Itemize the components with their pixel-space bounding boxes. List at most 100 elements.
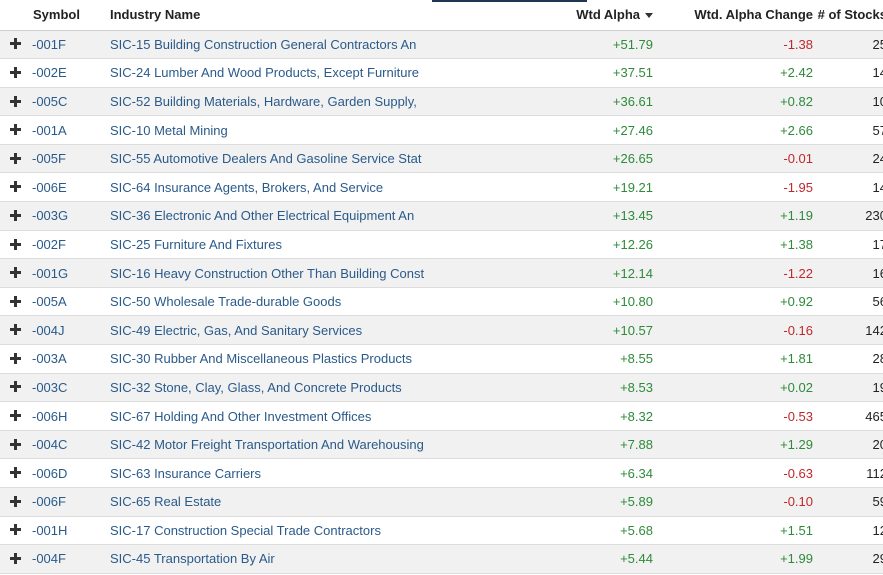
expand-plus-icon[interactable] xyxy=(9,381,21,393)
num-stocks-value: 29 xyxy=(813,544,883,574)
symbol-link[interactable]: -006H xyxy=(30,401,109,431)
industry-name-link[interactable]: SIC-15 Building Construction General Con… xyxy=(109,30,534,60)
symbol-link[interactable]: -004C xyxy=(30,430,109,460)
expand-plus-icon[interactable] xyxy=(9,95,21,107)
wtd-alpha-change-value: +1.38 xyxy=(653,230,813,260)
symbol-link[interactable]: -005F xyxy=(30,144,109,174)
symbol-link[interactable]: -001F xyxy=(30,30,109,60)
expand-plus-icon[interactable] xyxy=(9,352,21,364)
expand-plus-icon[interactable] xyxy=(9,467,21,479)
expand-plus-icon[interactable] xyxy=(9,38,21,50)
wtd-alpha-header-label[interactable]: Wtd Alpha xyxy=(576,7,640,22)
active-column-accent xyxy=(432,0,587,2)
expand-plus-icon[interactable] xyxy=(9,410,21,422)
industry-name-link[interactable]: SIC-49 Electric, Gas, And Sanitary Servi… xyxy=(109,315,534,346)
wtd-alpha-change-value: +1.81 xyxy=(653,344,813,374)
num-stocks-value: 20 xyxy=(813,430,883,460)
table-row[interactable]: -003A SIC-30 Rubber And Miscellaneous Pla… xyxy=(0,344,883,374)
table-row[interactable]: -006E SIC-64 Insurance Agents, Brokers, A… xyxy=(0,172,883,203)
expand-plus-icon[interactable] xyxy=(9,238,21,250)
num-stocks-header-label[interactable]: # of Stocks xyxy=(818,7,883,22)
table-row[interactable]: -004F SIC-45 Transportation By Air +5.44 +1… xyxy=(0,544,883,574)
table-row[interactable]: -002E SIC-24 Lumber And Wood Products, Ex… xyxy=(0,58,883,88)
symbol-link[interactable]: -001A xyxy=(30,115,109,145)
symbol-link[interactable]: -002F xyxy=(30,230,109,260)
expand-plus-icon[interactable] xyxy=(9,524,21,536)
table-row[interactable]: -006D SIC-63 Insurance Carriers +6.34 -0.63… xyxy=(0,458,883,488)
table-row[interactable]: -001F SIC-15 Building Construction Genera… xyxy=(0,30,883,60)
table-row[interactable]: -001H SIC-17 Construction Special Trade C… xyxy=(0,516,883,546)
industry-name-column-header[interactable]: Industry Name xyxy=(109,0,534,31)
expand-plus-icon[interactable] xyxy=(9,124,21,136)
symbol-link[interactable]: -005A xyxy=(30,287,109,317)
num-stocks-column-header[interactable]: # of Stocks xyxy=(813,0,883,31)
expand-plus-icon[interactable] xyxy=(9,324,21,336)
industry-name-link[interactable]: SIC-65 Real Estate xyxy=(109,487,534,517)
expand-plus-icon[interactable] xyxy=(9,553,21,565)
symbol-link[interactable]: -006E xyxy=(30,172,109,203)
industry-name-link[interactable]: SIC-42 Motor Freight Transportation And … xyxy=(109,430,534,460)
symbol-link[interactable]: -001G xyxy=(30,258,109,288)
industry-name-link[interactable]: SIC-64 Insurance Agents, Brokers, And Se… xyxy=(109,172,534,203)
table-header: Symbol Industry Name Wtd Alpha Wtd. Alph… xyxy=(0,0,883,31)
table-row[interactable]: -003C SIC-32 Stone, Clay, Glass, And Conc… xyxy=(0,373,883,403)
industry-name-header-label[interactable]: Industry Name xyxy=(110,7,200,22)
expand-plus-icon[interactable] xyxy=(9,66,21,78)
industry-name-link[interactable]: SIC-52 Building Materials, Hardware, Gar… xyxy=(109,87,534,117)
table-row[interactable]: -002F SIC-25 Furniture And Fixtures +12.26… xyxy=(0,230,883,260)
table-row[interactable]: -003G SIC-36 Electronic And Other Electri… xyxy=(0,201,883,231)
wtd-alpha-column-header[interactable]: Wtd Alpha xyxy=(534,0,653,31)
symbol-link[interactable]: -003G xyxy=(30,201,109,231)
industry-name-link[interactable]: SIC-17 Construction Special Trade Contra… xyxy=(109,516,534,546)
num-stocks-value: 465 xyxy=(813,401,883,431)
expand-plus-icon[interactable] xyxy=(9,181,21,193)
industry-name-link[interactable]: SIC-63 Insurance Carriers xyxy=(109,458,534,488)
expand-plus-icon[interactable] xyxy=(9,495,21,507)
symbol-link[interactable]: -004J xyxy=(30,315,109,346)
industry-name-link[interactable]: SIC-10 Metal Mining xyxy=(109,115,534,145)
industry-name-link[interactable]: SIC-32 Stone, Clay, Glass, And Concrete … xyxy=(109,373,534,403)
symbol-link[interactable]: -003C xyxy=(30,373,109,403)
industry-name-link[interactable]: SIC-24 Lumber And Wood Products, Except … xyxy=(109,58,534,88)
symbol-link[interactable]: -003A xyxy=(30,344,109,374)
industry-name-link[interactable]: SIC-55 Automotive Dealers And Gasoline S… xyxy=(109,144,534,174)
symbol-column-header[interactable]: Symbol xyxy=(30,0,109,31)
symbol-link[interactable]: -004F xyxy=(30,544,109,574)
symbol-link[interactable]: -005C xyxy=(30,87,109,117)
expand-plus-icon[interactable] xyxy=(9,267,21,279)
industry-name-link[interactable]: SIC-45 Transportation By Air xyxy=(109,544,534,574)
expand-plus-icon[interactable] xyxy=(9,209,21,221)
industry-name-link[interactable]: SIC-50 Wholesale Trade-durable Goods xyxy=(109,287,534,317)
symbol-link[interactable]: -001H xyxy=(30,516,109,546)
symbol-link[interactable]: -006F xyxy=(30,487,109,517)
wtd-alpha-change-value: +0.82 xyxy=(653,87,813,117)
table-row[interactable]: -005C SIC-52 Building Materials, Hardware… xyxy=(0,87,883,117)
expand-cell xyxy=(0,458,30,488)
table-row[interactable]: -001G SIC-16 Heavy Construction Other Tha… xyxy=(0,258,883,288)
table-row[interactable]: -005F SIC-55 Automotive Dealers And Gasol… xyxy=(0,144,883,174)
expand-cell xyxy=(0,172,30,203)
industry-name-link[interactable]: SIC-30 Rubber And Miscellaneous Plastics… xyxy=(109,344,534,374)
industry-name-link[interactable]: SIC-16 Heavy Construction Other Than Bui… xyxy=(109,258,534,288)
symbol-header-label[interactable]: Symbol xyxy=(33,7,80,22)
symbol-link[interactable]: -006D xyxy=(30,458,109,488)
symbol-link[interactable]: -002E xyxy=(30,58,109,88)
table-row[interactable]: -006H SIC-67 Holding And Other Investment… xyxy=(0,401,883,431)
table-row[interactable]: -006FSIC-65 Real Estate+5.89-0.1059 xyxy=(0,487,883,517)
table-row[interactable]: -005A SIC-50 Wholesale Trade-durable Good… xyxy=(0,287,883,317)
table-row[interactable]: -004J SIC-49 Electric, Gas, And Sanitary … xyxy=(0,315,883,346)
table-row[interactable]: -004C SIC-42 Motor Freight Transportation… xyxy=(0,430,883,460)
table-row[interactable]: -001ASIC-10 Metal Mining+27.46+2.6657 xyxy=(0,115,883,145)
wtd-alpha-change-header-label[interactable]: Wtd. Alpha Change xyxy=(694,7,813,22)
expand-plus-icon[interactable] xyxy=(9,438,21,450)
num-stocks-value: 142 xyxy=(813,315,883,346)
wtd-alpha-value: +19.21 xyxy=(534,172,653,203)
industry-name-link[interactable]: SIC-67 Holding And Other Investment Offi… xyxy=(109,401,534,431)
industry-name-link[interactable]: SIC-25 Furniture And Fixtures xyxy=(109,230,534,260)
industry-name-link[interactable]: SIC-36 Electronic And Other Electrical E… xyxy=(109,201,534,231)
expand-plus-icon[interactable] xyxy=(9,152,21,164)
wtd-alpha-change-column-header[interactable]: Wtd. Alpha Change xyxy=(653,0,813,31)
num-stocks-value: 24 xyxy=(813,144,883,174)
expand-plus-icon[interactable] xyxy=(9,295,21,307)
sort-desc-icon[interactable] xyxy=(645,13,653,19)
